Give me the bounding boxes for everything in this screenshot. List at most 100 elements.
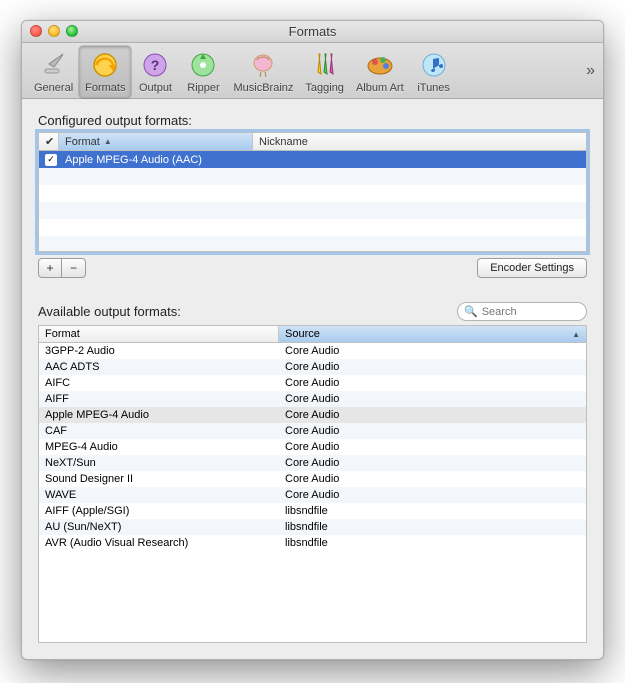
available-source: Core Audio (279, 425, 586, 437)
available-format: AIFC (39, 377, 279, 389)
search-field[interactable]: 🔍 (457, 302, 587, 321)
available-row[interactable]: CAFCore Audio (39, 423, 586, 439)
itunes-icon (418, 49, 450, 81)
available-row[interactable]: MPEG-4 AudioCore Audio (39, 439, 586, 455)
col-format[interactable]: Format ▲ (59, 133, 253, 150)
configured-row-empty (39, 185, 586, 202)
window-title: Formats (22, 24, 603, 39)
available-row[interactable]: AIFFCore Audio (39, 391, 586, 407)
configured-row-empty (39, 168, 586, 185)
toolbar-item-label: General (34, 82, 73, 94)
available-format: AVR (Audio Visual Research) (39, 537, 279, 549)
av-col-source[interactable]: Source ▲ (279, 326, 586, 342)
toolbar-item-musicbrainz[interactable]: MusicBrainz (227, 46, 299, 98)
window: Formats General Formats? Output Ripper Music… (21, 20, 604, 660)
available-source: Core Audio (279, 473, 586, 485)
available-row[interactable]: AIFCCore Audio (39, 375, 586, 391)
close-icon[interactable] (30, 25, 42, 37)
av-col-format[interactable]: Format (39, 326, 279, 342)
available-format: AIFF (Apple/SGI) (39, 505, 279, 517)
toolbar: General Formats? Output Ripper MusicBrainz Ta… (22, 43, 603, 99)
av-col-source-label: Source (285, 328, 320, 340)
available-row[interactable]: AU (Sun/NeXT)libsndfile (39, 519, 586, 535)
available-header: Format Source ▲ (39, 326, 586, 343)
row-checkbox[interactable]: ✓ (39, 153, 59, 165)
available-format: CAF (39, 425, 279, 437)
available-row[interactable]: Sound Designer IICore Audio (39, 471, 586, 487)
available-source: libsndfile (279, 505, 586, 517)
available-header-row: Available output formats: 🔍 (38, 302, 587, 321)
available-row[interactable]: AVR (Audio Visual Research)libsndfile (39, 535, 586, 551)
available-format: NeXT/Sun (39, 457, 279, 469)
toolbar-item-albumart[interactable]: Album Art (350, 46, 410, 98)
col-check[interactable]: ✔ (39, 133, 59, 150)
available-table[interactable]: Format Source ▲ 3GPP-2 AudioCore AudioAA… (38, 325, 587, 643)
toolbar-item-ripper[interactable]: Ripper (179, 46, 227, 98)
available-row[interactable]: Apple MPEG-4 AudioCore Audio (39, 407, 586, 423)
configured-row-empty (39, 202, 586, 219)
available-source: libsndfile (279, 537, 586, 549)
toolbar-item-tagging[interactable]: Tagging (299, 46, 350, 98)
configured-row[interactable]: ✓Apple MPEG-4 Audio (AAC) (39, 151, 586, 168)
minimize-icon[interactable] (48, 25, 60, 37)
available-row[interactable]: 3GPP-2 AudioCore Audio (39, 343, 586, 359)
available-format: Apple MPEG-4 Audio (39, 409, 279, 421)
configured-header: ✔ Format ▲ Nickname (39, 133, 586, 151)
toolbar-item-itunes[interactable]: iTunes (410, 46, 458, 98)
configured-row-empty (39, 219, 586, 236)
configured-buttons: + − Encoder Settings (38, 258, 587, 278)
col-nickname[interactable]: Nickname (253, 133, 586, 150)
toolbar-item-general[interactable]: General (28, 46, 79, 98)
ripper-icon (187, 49, 219, 81)
remove-button[interactable]: − (62, 258, 86, 278)
toolbar-item-label: iTunes (417, 82, 450, 94)
available-source: Core Audio (279, 457, 586, 469)
search-icon: 🔍 (464, 305, 478, 318)
toolbar-item-formats[interactable]: Formats (79, 46, 131, 98)
available-source: Core Audio (279, 489, 586, 501)
available-format: AU (Sun/NeXT) (39, 521, 279, 533)
configured-table[interactable]: ✔ Format ▲ Nickname ✓Apple MPEG-4 Audio … (38, 132, 587, 252)
titlebar: Formats (22, 21, 603, 43)
toolbar-item-label: Formats (85, 82, 125, 94)
musicbrainz-icon (247, 49, 279, 81)
available-format: WAVE (39, 489, 279, 501)
toolbar-item-output[interactable]: ? Output (131, 46, 179, 98)
albumart-icon (364, 49, 396, 81)
available-row[interactable]: AAC ADTSCore Audio (39, 359, 586, 375)
available-source: Core Audio (279, 409, 586, 421)
sort-asc-icon: ▲ (104, 137, 112, 146)
content: Configured output formats: ✔ Format ▲ Ni… (22, 99, 603, 659)
toolbar-item-label: Output (139, 82, 172, 94)
available-label: Available output formats: (38, 304, 181, 319)
available-format: AAC ADTS (39, 361, 279, 373)
configured-label: Configured output formats: (38, 113, 587, 128)
configured-row-empty (39, 236, 586, 252)
zoom-icon[interactable] (66, 25, 78, 37)
row-format: Apple MPEG-4 Audio (AAC) (59, 154, 253, 166)
available-format: Sound Designer II (39, 473, 279, 485)
toolbar-item-label: MusicBrainz (233, 82, 293, 94)
toolbar-item-label: Ripper (187, 82, 219, 94)
available-row[interactable]: WAVECore Audio (39, 487, 586, 503)
formats-icon (89, 49, 121, 81)
svg-text:?: ? (151, 57, 160, 73)
output-icon: ? (139, 49, 171, 81)
available-source: Core Audio (279, 441, 586, 453)
search-input[interactable] (482, 306, 580, 318)
available-row[interactable]: AIFF (Apple/SGI)libsndfile (39, 503, 586, 519)
available-source: Core Audio (279, 377, 586, 389)
chevron-more-icon[interactable]: » (586, 62, 595, 80)
available-source: Core Audio (279, 393, 586, 405)
tagging-icon (309, 49, 341, 81)
available-row[interactable]: NeXT/SunCore Audio (39, 455, 586, 471)
toolbar-item-label: Album Art (356, 82, 404, 94)
encoder-settings-button[interactable]: Encoder Settings (477, 258, 587, 278)
available-format: MPEG-4 Audio (39, 441, 279, 453)
available-source: Core Audio (279, 361, 586, 373)
general-icon (38, 49, 70, 81)
add-button[interactable]: + (38, 258, 62, 278)
traffic-lights (30, 25, 78, 37)
toolbar-item-label: Tagging (305, 82, 344, 94)
available-format: AIFF (39, 393, 279, 405)
